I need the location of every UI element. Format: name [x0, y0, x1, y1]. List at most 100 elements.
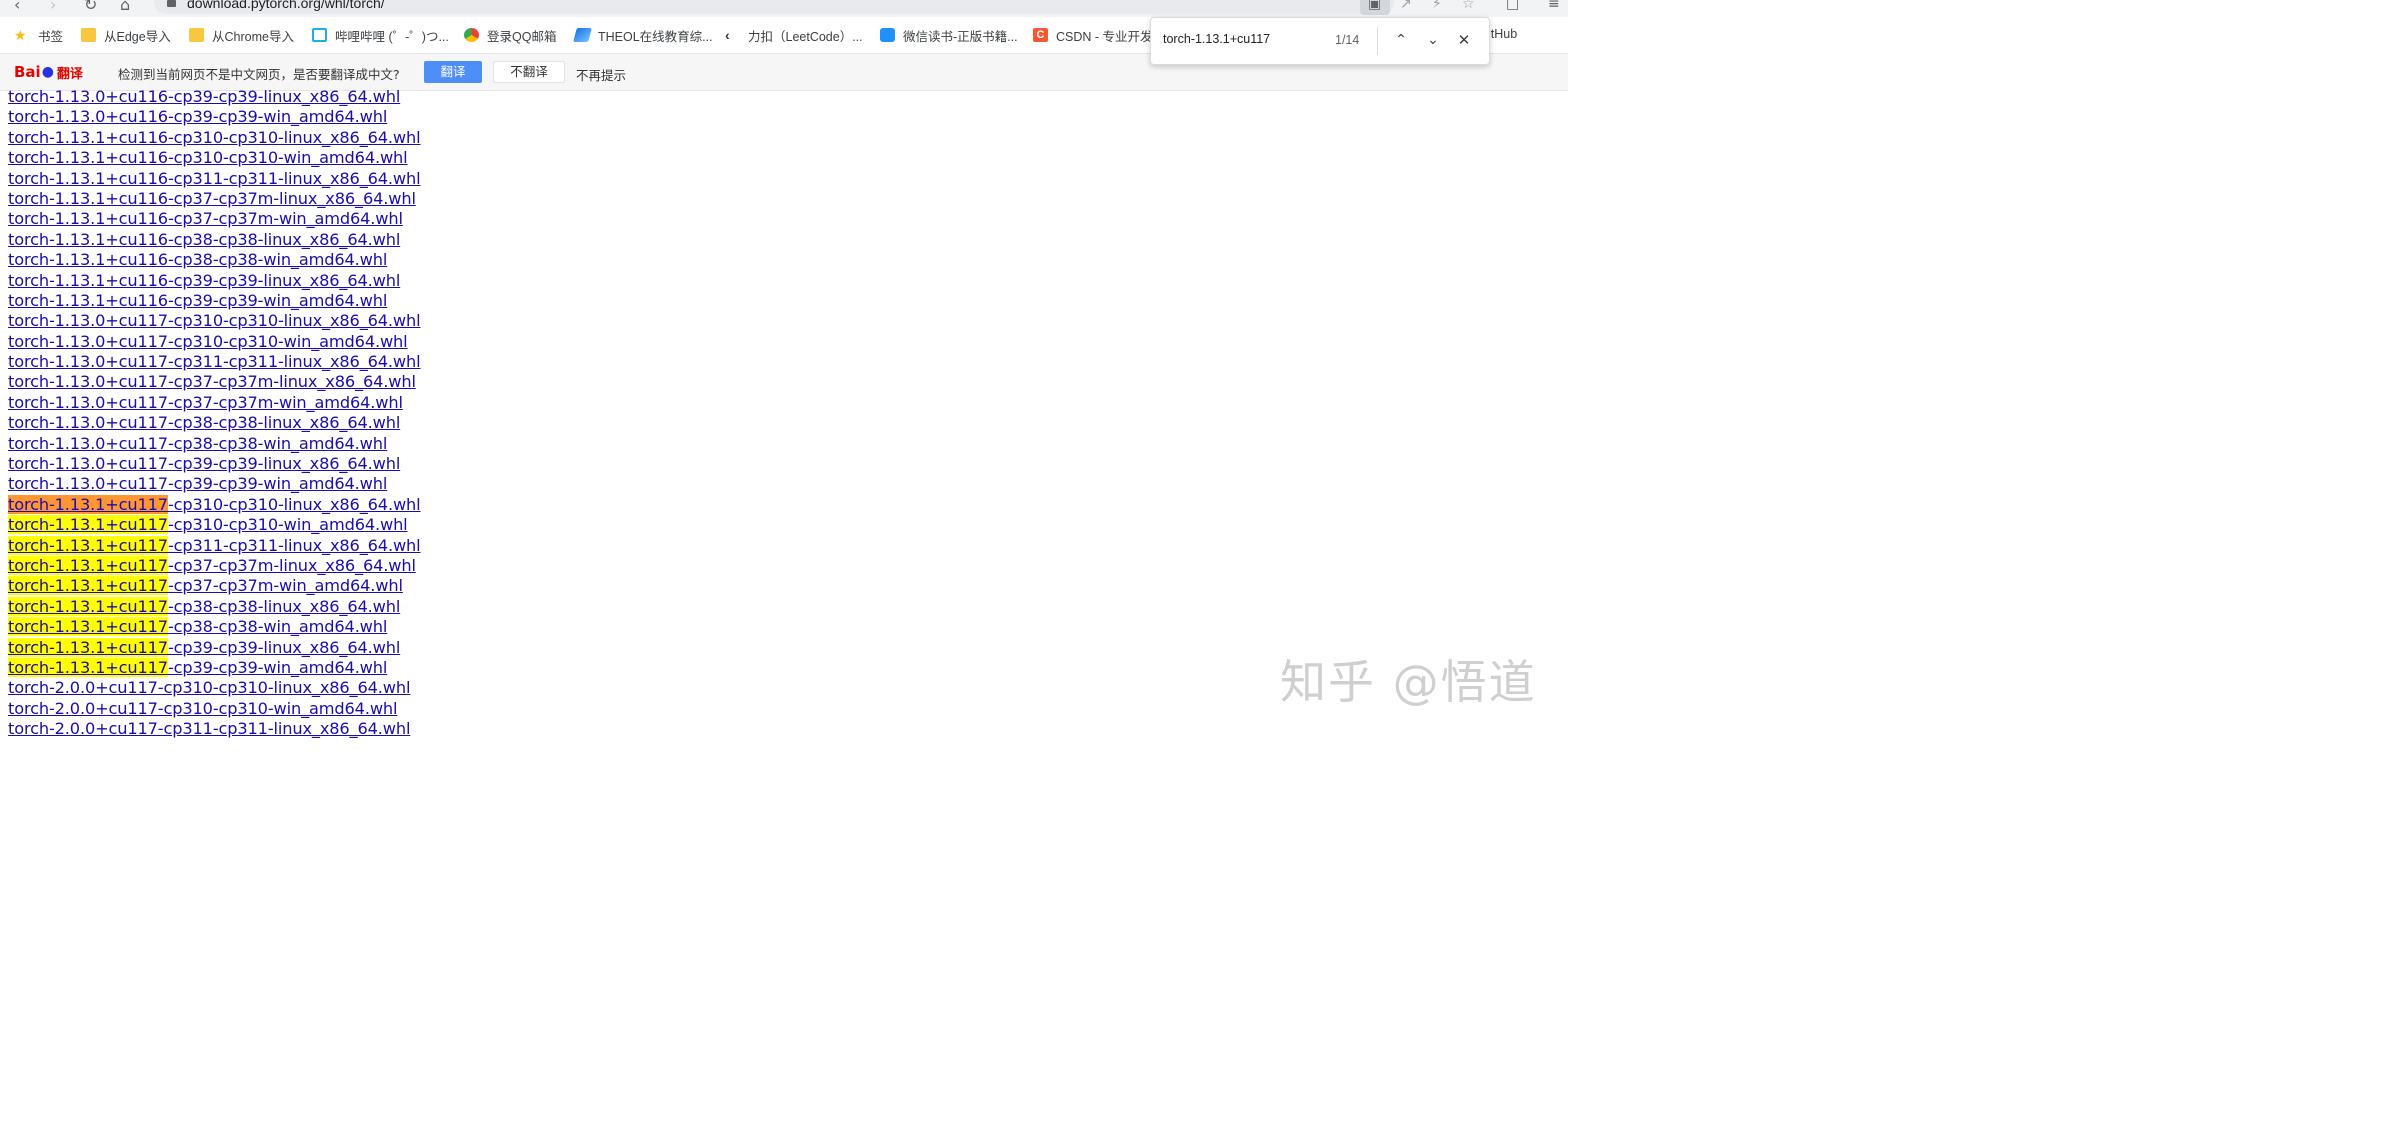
chevron-down-icon[interactable]: ⌄	[1423, 30, 1443, 50]
bilibili-icon	[312, 28, 327, 42]
list-item: torch-1.13.1+cu116-cp37-cp37m-linux_x86_…	[8, 189, 421, 209]
share-icon[interactable]: ↗	[1400, 0, 1412, 13]
forward-icon[interactable]: ›	[50, 0, 56, 14]
translate-extension-icon[interactable]: ▣	[1368, 0, 1381, 13]
window-icon[interactable]: □	[1506, 0, 1519, 13]
lock-icon[interactable]	[167, 0, 176, 7]
list-item: torch-2.0.0+cu117-cp310-cp310-linux_x86_…	[8, 678, 421, 698]
wheel-link[interactable]: torch-1.13.1+cu117-cp39-cp39-linux_x86_6…	[8, 637, 400, 657]
list-item: torch-1.13.0+cu117-cp311-cp311-linux_x86…	[8, 352, 421, 372]
bookmark-item[interactable]: 从Edge导入	[81, 25, 171, 45]
bookmark-item[interactable]: THEOL在线教育综...	[573, 25, 713, 45]
zhihu-watermark: 知乎 @悟道	[1280, 655, 1537, 709]
list-item: torch-1.13.1+cu116-cp39-cp39-win_amd64.w…	[8, 291, 421, 311]
bookmark-item[interactable]: ‹ 力扣（LeetCode）...	[725, 25, 863, 45]
wheel-link[interactable]: torch-1.13.1+cu116-cp311-cp311-linux_x86…	[8, 169, 421, 188]
chrome-icon	[464, 28, 479, 42]
translate-button[interactable]: 翻译	[424, 61, 482, 83]
wheel-link[interactable]: torch-1.13.0+cu117-cp39-cp39-win_amd64.w…	[8, 474, 387, 493]
leetcode-icon: ‹	[725, 27, 730, 43]
paw-icon: ●	[41, 64, 54, 80]
list-item: torch-1.13.1+cu117-cp38-cp38-win_amd64.w…	[8, 617, 421, 637]
list-item: torch-1.13.0+cu117-cp310-cp310-linux_x86…	[8, 311, 421, 331]
wheel-link[interactable]: torch-1.13.0+cu117-cp38-cp38-linux_x86_6…	[8, 413, 400, 432]
wheel-link[interactable]: torch-1.13.0+cu117-cp311-cp311-linux_x86…	[8, 352, 421, 371]
wheel-link[interactable]: torch-1.13.1+cu116-cp37-cp37m-linux_x86_…	[8, 189, 416, 208]
wheel-link[interactable]: torch-1.13.0+cu117-cp39-cp39-linux_x86_6…	[8, 454, 400, 473]
wheel-link[interactable]: torch-1.13.1+cu117-cp38-cp38-win_amd64.w…	[8, 617, 387, 637]
list-item: torch-1.13.1+cu117-cp39-cp39-win_amd64.w…	[8, 657, 421, 678]
list-item: torch-1.13.0+cu117-cp310-cp310-win_amd64…	[8, 332, 421, 352]
wheel-link[interactable]: torch-1.13.1+cu116-cp310-cp310-linux_x86…	[8, 128, 421, 147]
list-item: torch-1.13.1+cu117-cp37-cp37m-win_amd64.…	[8, 576, 421, 596]
wheel-link[interactable]: torch-1.13.1+cu116-cp38-cp38-win_amd64.w…	[8, 250, 387, 269]
wheel-link[interactable]: torch-1.13.0+cu117-cp37-cp37m-win_amd64.…	[8, 393, 403, 412]
list-item: torch-1.13.1+cu117-cp38-cp38-linux_x86_6…	[8, 596, 421, 617]
wheel-link[interactable]: torch-1.13.0+cu116-cp39-cp39-linux_x86_6…	[8, 87, 400, 106]
close-icon[interactable]: ✕	[1454, 30, 1474, 50]
list-item: torch-1.13.0+cu116-cp39-cp39-linux_x86_6…	[8, 87, 421, 107]
list-item: torch-2.0.0+cu117-cp310-cp310-win_amd64.…	[8, 699, 421, 719]
wheel-link[interactable]: torch-1.13.1+cu117-cp37-cp37m-win_amd64.…	[8, 576, 403, 596]
logo-text: 翻译	[56, 66, 83, 82]
home-icon[interactable]: ⌂	[120, 0, 130, 14]
wheel-link[interactable]: torch-1.13.0+cu117-cp37-cp37m-linux_x86_…	[8, 372, 416, 391]
never-show-button[interactable]: 不再提示	[576, 65, 626, 84]
list-item: torch-1.13.0+cu117-cp38-cp38-win_amd64.w…	[8, 434, 421, 454]
chevron-up-icon[interactable]: ⌃	[1391, 30, 1411, 50]
browser-toolbar: ‹ › ↻ ⌂ download.pytorch.org/whl/torch/ …	[0, 0, 1568, 17]
wheel-link[interactable]: torch-1.13.1+cu117-cp38-cp38-linux_x86_6…	[8, 596, 400, 616]
weread-icon	[880, 28, 895, 42]
wheel-link[interactable]: torch-1.13.1+cu117-cp310-cp310-win_amd64…	[8, 515, 408, 535]
wheel-link[interactable]: torch-1.13.1+cu117-cp310-cp310-linux_x86…	[8, 494, 421, 514]
bookmark-item[interactable]: 哔哩哔哩 (゜-゜)つ...	[312, 25, 449, 45]
list-item: torch-1.13.1+cu117-cp37-cp37m-linux_x86_…	[8, 555, 421, 576]
wheel-link[interactable]: torch-1.13.0+cu117-cp310-cp310-win_amd64…	[8, 332, 408, 351]
bookmark-item[interactable]: 登录QQ邮箱	[464, 25, 556, 45]
bookmark-item[interactable]: C CSDN - 专业开发	[1033, 25, 1153, 45]
list-item: torch-1.13.1+cu116-cp310-cp310-win_amd64…	[8, 148, 421, 168]
no-translate-button[interactable]: 不翻译	[493, 61, 565, 83]
bookmark-item[interactable]: 微信读书-正版书籍...	[880, 25, 1018, 45]
bookmark-label: 微信读书-正版书籍...	[903, 29, 1018, 44]
wheel-link[interactable]: torch-1.13.0+cu117-cp38-cp38-win_amd64.w…	[8, 434, 387, 453]
bookmark-label: THEOL在线教育综...	[598, 29, 713, 44]
wheel-link[interactable]: torch-1.13.1+cu116-cp310-cp310-win_amd64…	[8, 148, 408, 167]
wheel-link[interactable]: torch-1.13.1+cu117-cp39-cp39-win_amd64.w…	[8, 657, 387, 677]
list-item: torch-1.13.1+cu116-cp310-cp310-linux_x86…	[8, 128, 421, 148]
list-item: torch-1.13.0+cu117-cp37-cp37m-linux_x86_…	[8, 372, 421, 392]
translate-message: 检测到当前网页不是中文网页，是否要翻译成中文?	[118, 67, 400, 82]
bookmark-star-icon[interactable]: ☆	[1462, 0, 1475, 13]
bookmark-item[interactable]: ★ 书签	[14, 25, 63, 45]
list-item: torch-1.13.1+cu116-cp39-cp39-linux_x86_6…	[8, 271, 421, 291]
bookmark-github-label[interactable]: itHub	[1488, 27, 1517, 41]
wheel-link[interactable]: torch-1.13.1+cu116-cp39-cp39-win_amd64.w…	[8, 291, 387, 310]
wheel-link[interactable]: torch-2.0.0+cu117-cp311-cp311-linux_x86_…	[8, 719, 410, 738]
list-item: torch-2.0.0+cu117-cp311-cp311-linux_x86_…	[8, 719, 421, 739]
wheel-link[interactable]: torch-2.0.0+cu117-cp310-cp310-win_amd64.…	[8, 699, 398, 718]
wheel-link[interactable]: torch-2.0.0+cu117-cp310-cp310-linux_x86_…	[8, 678, 410, 697]
find-input[interactable]	[1163, 32, 1323, 46]
wheel-link[interactable]: torch-1.13.1+cu116-cp38-cp38-linux_x86_6…	[8, 230, 400, 249]
list-item: torch-1.13.0+cu117-cp37-cp37m-win_amd64.…	[8, 393, 421, 413]
list-item: torch-1.13.1+cu116-cp38-cp38-linux_x86_6…	[8, 230, 421, 250]
wheel-link[interactable]: torch-1.13.0+cu117-cp310-cp310-linux_x86…	[8, 311, 421, 330]
bookmark-label: 哔哩哔哩 (゜-゜)つ...	[335, 29, 449, 44]
reload-icon[interactable]: ↻	[84, 0, 97, 14]
list-item: torch-1.13.1+cu116-cp311-cp311-linux_x86…	[8, 169, 421, 189]
wheel-link[interactable]: torch-1.13.0+cu116-cp39-cp39-win_amd64.w…	[8, 107, 387, 126]
bookmark-label: 力扣（LeetCode）...	[748, 29, 863, 44]
url-text[interactable]: download.pytorch.org/whl/torch/	[187, 0, 385, 12]
star-icon: ★	[14, 27, 27, 43]
bookmark-item[interactable]: 从Chrome导入	[189, 25, 294, 45]
wheel-link[interactable]: torch-1.13.1+cu117-cp37-cp37m-linux_x86_…	[8, 555, 416, 575]
baidu-translate-logo: Bai ● 翻译	[14, 60, 83, 84]
flash-icon[interactable]: ⚡	[1432, 0, 1442, 13]
list-item: torch-1.13.1+cu117-cp310-cp310-win_amd64…	[8, 515, 421, 535]
find-highlight: torch-1.13.1+cu117	[8, 515, 168, 535]
back-icon[interactable]: ‹	[14, 0, 20, 14]
wheel-link[interactable]: torch-1.13.1+cu116-cp37-cp37m-win_amd64.…	[8, 209, 403, 228]
wheel-link[interactable]: torch-1.13.1+cu116-cp39-cp39-linux_x86_6…	[8, 271, 400, 290]
wheel-link[interactable]: torch-1.13.1+cu117-cp311-cp311-linux_x86…	[8, 535, 421, 555]
menu-icon[interactable]: ≡	[1548, 0, 1560, 13]
